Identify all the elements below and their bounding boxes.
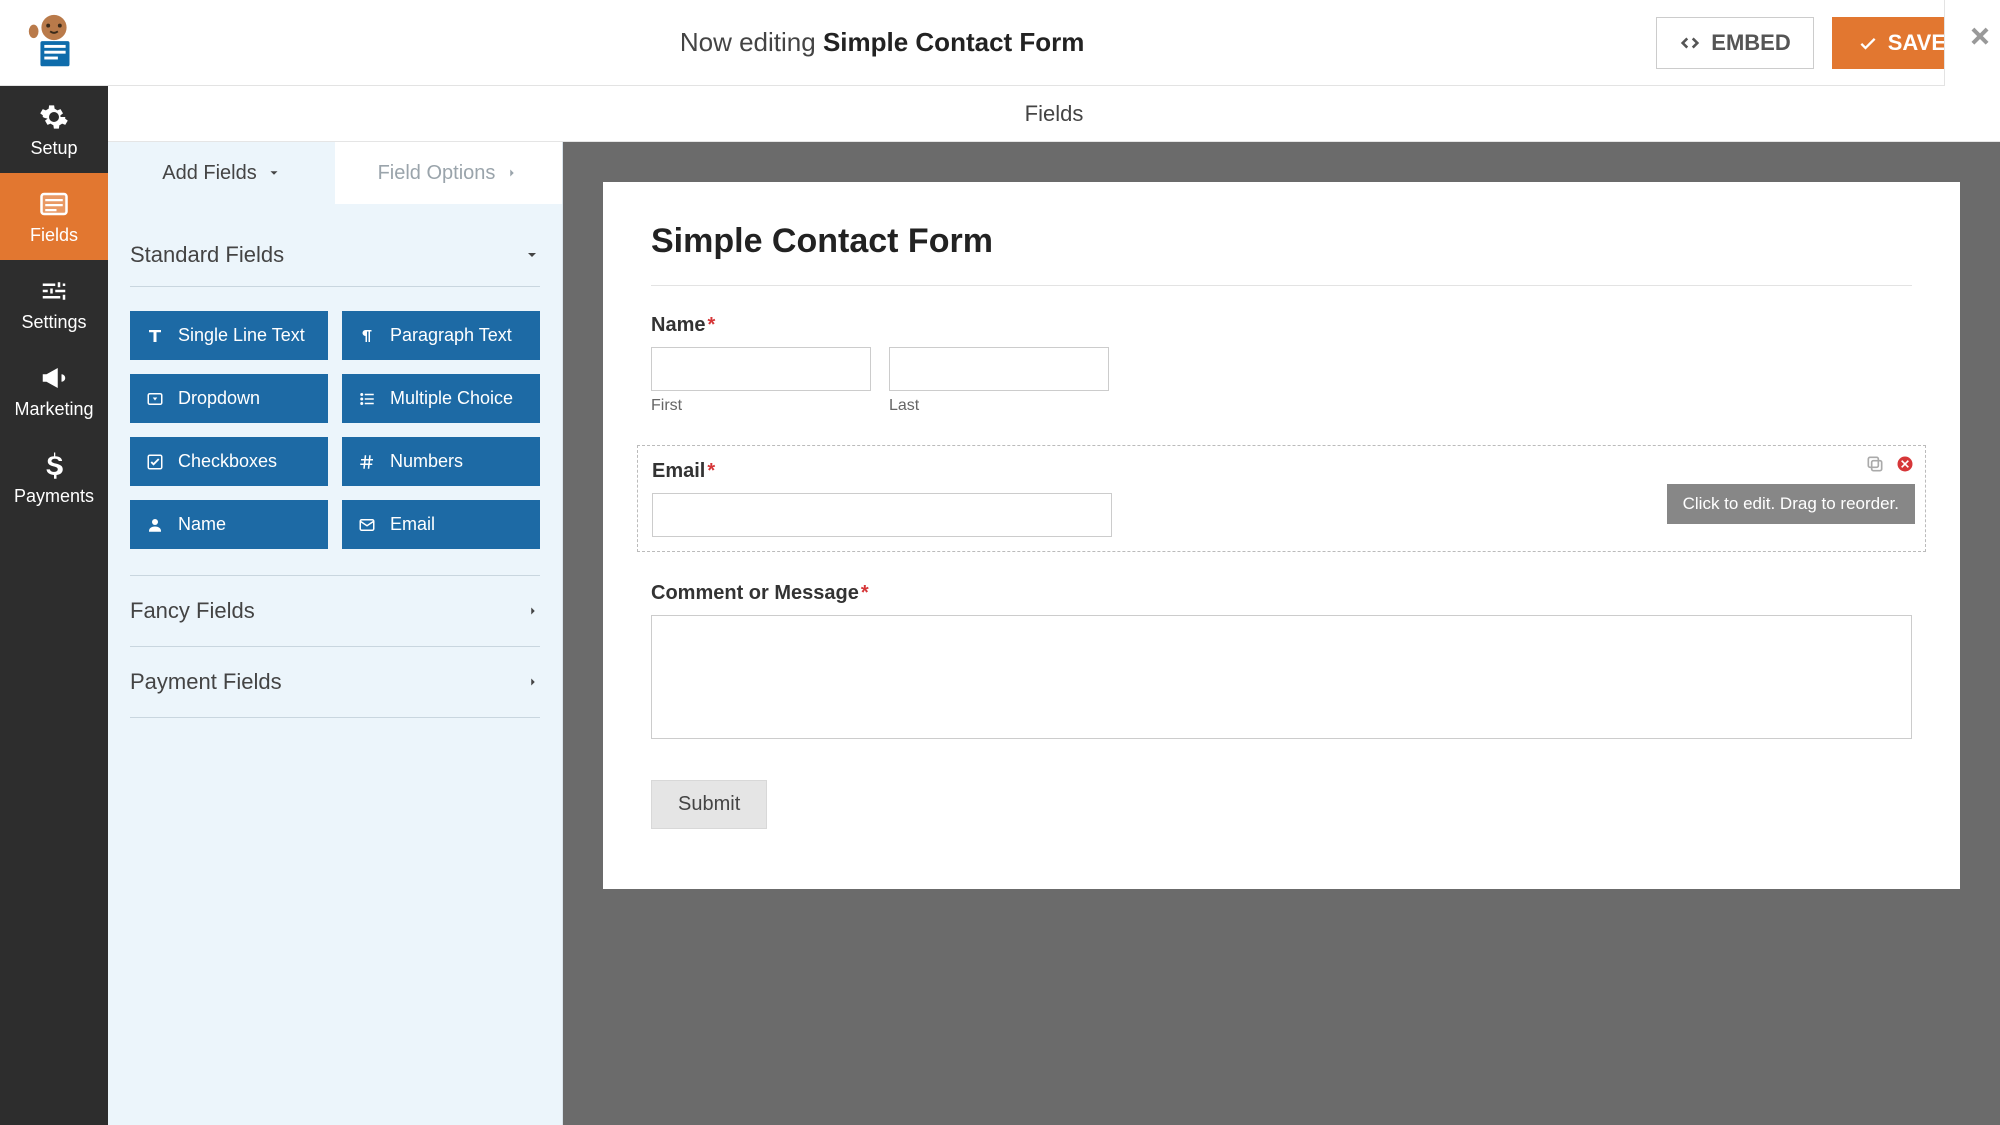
field-dropdown[interactable]: Dropdown — [130, 374, 328, 423]
bullhorn-icon — [39, 363, 69, 393]
field-actions — [1865, 454, 1915, 479]
tab-add-fields[interactable]: Add Fields — [108, 142, 335, 204]
accordion-standard-fields[interactable]: Standard Fields — [130, 228, 540, 287]
accordion-fancy-fields[interactable]: Fancy Fields — [130, 576, 540, 647]
checkbox-icon — [146, 453, 164, 471]
form-icon — [39, 189, 69, 219]
close-icon — [1963, 22, 1997, 56]
required-asterisk: * — [707, 314, 715, 336]
hash-icon — [358, 453, 376, 471]
field-numbers[interactable]: Numbers — [342, 437, 540, 486]
field-checkboxes[interactable]: Checkboxes — [130, 437, 328, 486]
first-name-input[interactable] — [651, 347, 871, 391]
message-textarea[interactable] — [651, 615, 1912, 739]
embed-button[interactable]: EMBED — [1656, 17, 1813, 69]
form-preview: Simple Contact Form Name* First Last — [603, 182, 1960, 889]
delete-field-button[interactable] — [1895, 454, 1915, 479]
first-sublabel: First — [651, 397, 871, 415]
duplicate-field-button[interactable] — [1865, 454, 1885, 479]
field-multiple-choice[interactable]: Multiple Choice — [342, 374, 540, 423]
last-sublabel: Last — [889, 397, 1109, 415]
field-email[interactable]: Email — [342, 500, 540, 549]
list-icon — [358, 390, 376, 408]
required-asterisk: * — [707, 460, 715, 482]
close-button[interactable] — [1955, 22, 2000, 66]
code-icon — [1679, 32, 1701, 54]
chevron-right-icon — [526, 604, 540, 618]
chevron-right-icon — [505, 166, 519, 180]
user-icon — [146, 516, 164, 534]
form-title: Simple Contact Form — [651, 222, 1912, 286]
check-icon — [1858, 33, 1878, 53]
required-asterisk: * — [861, 582, 869, 604]
email-label: Email* — [652, 460, 1911, 483]
nav-settings[interactable]: Settings — [0, 260, 108, 347]
last-name-input[interactable] — [889, 347, 1109, 391]
form-name: Simple Contact Form — [823, 27, 1084, 57]
email-input[interactable] — [652, 493, 1112, 537]
chevron-down-icon — [524, 247, 540, 263]
submit-button[interactable]: Submit — [651, 780, 767, 829]
accordion-payment-fields[interactable]: Payment Fields — [130, 647, 540, 718]
panel-tabs: Add Fields Field Options — [108, 142, 562, 204]
page-title: Now editing Simple Contact Form — [108, 27, 1656, 58]
fields-panel: Add Fields Field Options Standard Fields… — [108, 142, 563, 1125]
top-bar: Now editing Simple Contact Form EMBED SA… — [0, 0, 2000, 86]
message-label: Comment or Message* — [651, 582, 1912, 605]
envelope-icon — [358, 516, 376, 534]
field-name-block[interactable]: Name* First Last — [651, 314, 1912, 415]
app-logo — [0, 0, 108, 85]
field-tooltip: Click to edit. Drag to reorder. — [1667, 484, 1915, 524]
dollar-icon — [39, 450, 69, 480]
chevron-down-icon — [267, 166, 281, 180]
gear-icon — [39, 102, 69, 132]
nav-marketing[interactable]: Marketing — [0, 347, 108, 434]
standard-fields-grid: Single Line Text Paragraph Text Dropdown… — [130, 287, 540, 576]
duplicate-icon — [1865, 454, 1885, 474]
field-name[interactable]: Name — [130, 500, 328, 549]
wpforms-logo-icon — [23, 12, 85, 74]
nav-setup[interactable]: Setup — [0, 86, 108, 173]
dropdown-icon — [146, 390, 164, 408]
nav-fields[interactable]: Fields — [0, 173, 108, 260]
tab-field-options[interactable]: Field Options — [335, 142, 562, 204]
form-canvas[interactable]: Simple Contact Form Name* First Last — [563, 142, 2000, 1125]
left-nav: Setup Fields Settings Marketing Payments — [0, 86, 108, 1125]
nav-payments[interactable]: Payments — [0, 434, 108, 521]
field-single-line-text[interactable]: Single Line Text — [130, 311, 328, 360]
section-header: Fields — [108, 86, 2000, 142]
paragraph-icon — [358, 327, 376, 345]
chevron-right-icon — [526, 675, 540, 689]
field-message-block[interactable]: Comment or Message* — [651, 582, 1912, 744]
text-icon — [146, 327, 164, 345]
name-label: Name* — [651, 314, 1912, 337]
delete-icon — [1895, 454, 1915, 474]
editing-prefix: Now editing — [680, 27, 816, 57]
sliders-icon — [39, 276, 69, 306]
field-paragraph-text[interactable]: Paragraph Text — [342, 311, 540, 360]
field-email-block[interactable]: Click to edit. Drag to reorder. Email* — [637, 445, 1926, 552]
